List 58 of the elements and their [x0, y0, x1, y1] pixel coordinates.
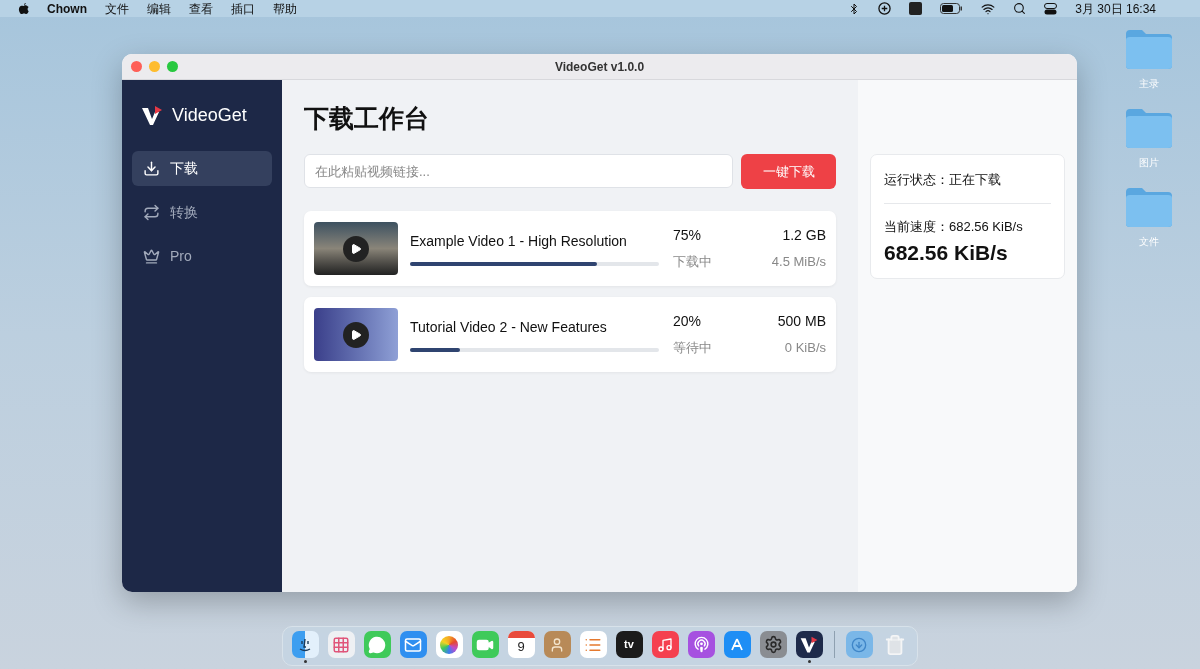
checklist-icon[interactable] — [579, 631, 607, 658]
nav-item[interactable]: Pro — [132, 239, 272, 274]
smiling-face-icon[interactable] — [291, 631, 319, 658]
page-heading: 下载工作台 — [304, 103, 430, 134]
app-logo-icon[interactable] — [795, 631, 823, 658]
video-title: Tutorial Video 2 - New Features — [410, 318, 608, 337]
crown-icon — [143, 248, 160, 265]
menu-item[interactable]: 查看 — [189, 0, 213, 18]
battery-icon[interactable] — [940, 3, 964, 14]
run-status: 运行状态：正在下载 — [884, 171, 1002, 189]
progress-percent: 75% — [673, 226, 703, 246]
nav-item[interactable]: 下载 — [132, 151, 272, 186]
logo-icon — [140, 103, 164, 128]
menu-item[interactable]: 帮助 — [273, 0, 297, 18]
download-button[interactable]: 一键下载 — [741, 154, 836, 189]
apple-logo-icon[interactable] — [18, 2, 30, 15]
menu-bar-clock[interactable]: 3月 30日 16:34 — [1075, 0, 1156, 18]
window-title: VideoGet v1.0.0 — [554, 58, 645, 76]
music-note-icon[interactable] — [651, 631, 679, 658]
close-button[interactable] — [131, 61, 142, 72]
play-icon[interactable] — [343, 235, 369, 262]
mail-icon[interactable] — [399, 631, 427, 658]
app-store-icon[interactable] — [723, 631, 751, 658]
video-title: Example Video 1 - High Resolution — [410, 232, 628, 251]
control-center-icon[interactable] — [1044, 2, 1058, 15]
downloads-folder-icon[interactable] — [845, 631, 873, 658]
download-status: 等待中 — [673, 339, 713, 358]
download-icon — [143, 160, 160, 177]
wifi-icon[interactable] — [981, 1, 996, 16]
flower-icon[interactable] — [435, 631, 463, 658]
app-menu[interactable]: Chown — [47, 0, 87, 18]
convert-icon — [143, 204, 160, 221]
file-size: 1.2 GB — [782, 226, 826, 246]
tv-app-icon[interactable]: tv — [615, 631, 643, 658]
download-speed: 0 KiB/s — [784, 339, 826, 358]
plus-circle-icon[interactable] — [878, 2, 892, 15]
file-size: 500 MB — [777, 312, 826, 332]
calendar-icon[interactable]: 9 — [507, 631, 535, 658]
video-thumbnail-placeholder[interactable] — [314, 222, 398, 275]
video-thumbnail-placeholder[interactable] — [314, 308, 398, 361]
app-status-icon[interactable] — [909, 2, 923, 15]
download-status: 下载中 — [673, 253, 713, 272]
app-name: VideoGet — [172, 104, 247, 127]
nav-item[interactable]: 转换 — [132, 195, 272, 230]
download-speed: 4.5 MiB/s — [771, 253, 826, 272]
play-icon[interactable] — [343, 321, 369, 348]
contacts-book-icon[interactable] — [543, 631, 571, 658]
progress-percent: 20% — [673, 312, 703, 332]
menu-item[interactable]: 文件 — [105, 0, 129, 18]
menu-item[interactable]: 插口 — [231, 0, 255, 18]
app-grid-icon[interactable] — [327, 631, 355, 658]
speed-value: 682.56 KiB/s — [884, 240, 1009, 266]
podcast-icon[interactable] — [687, 631, 715, 658]
search-icon[interactable] — [1013, 2, 1027, 15]
settings-icon[interactable] — [759, 631, 787, 658]
menu-item[interactable]: 编辑 — [147, 0, 171, 18]
url-field[interactable]: 在此粘贴视频链接... — [304, 154, 733, 188]
speed-label: 当前速度：682.56 KiB/s — [884, 217, 1024, 236]
